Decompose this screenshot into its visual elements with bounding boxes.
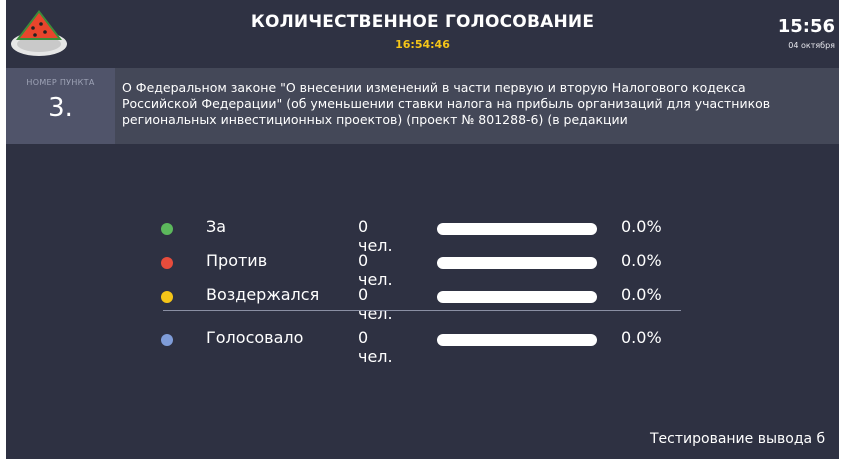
session-timer: 16:54:46 [395,38,450,51]
results-divider [163,310,681,311]
total-dot-icon [161,334,173,346]
item-description: О Федеральном законе "О внесении изменен… [122,80,771,127]
result-percent: 0.0% [621,285,662,304]
result-percent: 0.0% [621,217,662,236]
news-ticker: Тестирование вывода б [650,431,826,447]
right-edge [839,0,843,459]
total-percent: 0.0% [621,328,662,347]
clock-time: 15:56 [777,16,835,37]
result-progress-bar [437,257,597,269]
against-dot-icon [161,257,173,269]
result-progress-bar [437,223,597,235]
result-count: 0 чел. [358,251,393,289]
result-label: За [206,217,227,236]
page-title: КОЛИЧЕСТВЕННОЕ ГОЛОСОВАНИЕ [250,12,595,32]
result-count: 0 чел. [358,285,393,323]
total-label: Голосовало [206,328,304,347]
header: КОЛИЧЕСТВЕННОЕ ГОЛОСОВАНИЕ 16:54:46 15:5… [6,0,839,68]
total-count: 0 чел. [358,328,393,366]
item-number-label: НОМЕР ПУНКТА [26,78,95,87]
item-number: 3. [48,93,73,123]
for-dot-icon [161,223,173,235]
item-number-box: НОМЕР ПУНКТА 3. [6,68,115,144]
result-percent: 0.0% [621,251,662,270]
result-count: 0 чел. [358,217,393,255]
clock-date: 04 октября [788,41,835,50]
result-label: Против [206,251,268,270]
total-progress-bar [437,334,597,346]
result-progress-bar [437,291,597,303]
result-label: Воздержался [206,285,320,304]
abstained-dot-icon [161,291,173,303]
